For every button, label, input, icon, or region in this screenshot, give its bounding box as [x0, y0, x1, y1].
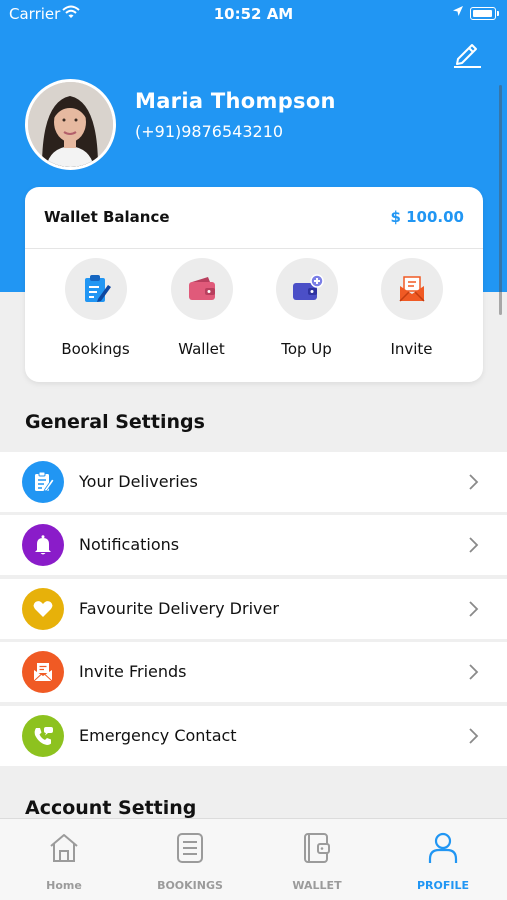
clock: 10:52 AM [213, 5, 294, 23]
scrollbar[interactable] [499, 85, 502, 315]
profile-phone: (+91)9876543210 [135, 122, 284, 141]
settings-item-your-deliveries[interactable]: Your Deliveries [0, 452, 507, 512]
settings-item-label: Your Deliveries [79, 472, 198, 491]
wallet-icon [304, 833, 330, 863]
settings-item-label: Favourite Delivery Driver [79, 599, 279, 618]
tab-label: WALLET [292, 879, 342, 892]
wallet-balance-label: Wallet Balance [44, 208, 170, 226]
settings-item-emergency-contact[interactable]: Emergency Contact [0, 706, 507, 766]
tab-wallet[interactable]: WALLET [254, 819, 380, 900]
heart-icon [33, 601, 53, 617]
quick-action-label: Wallet [178, 340, 225, 358]
chevron-right-icon [469, 537, 479, 553]
quick-action-invite[interactable]: Invite [359, 258, 464, 368]
chevron-right-icon [469, 474, 479, 490]
quick-action-wallet[interactable]: Wallet [149, 258, 254, 368]
avatar-photo [28, 82, 113, 167]
tab-bar: Home BOOKINGS WALLET PROFILE [0, 818, 507, 900]
tab-bookings[interactable]: BOOKINGS [127, 819, 253, 900]
settings-item-notifications[interactable]: Notifications [0, 515, 507, 575]
account-setting-title: Account Setting [25, 797, 197, 819]
home-icon [50, 834, 78, 862]
envelope-icon [399, 276, 425, 302]
wallet-add-icon [293, 274, 324, 300]
settings-item-favourite-driver[interactable]: Favourite Delivery Driver [0, 579, 507, 639]
clipboard-icon [35, 471, 54, 492]
divider [25, 248, 483, 249]
profile-name: Maria Thompson [135, 89, 336, 113]
status-bar: Carrier 10:52 AM [0, 0, 507, 28]
wallet-icon [189, 277, 215, 300]
bell-icon [35, 535, 51, 555]
wallet-balance-amount: $ 100.00 [390, 208, 464, 226]
settings-item-label: Emergency Contact [79, 726, 237, 745]
quick-action-label: Top Up [281, 340, 332, 358]
bookings-icon [177, 833, 203, 863]
clipboard-icon [85, 275, 111, 302]
quick-action-bookings[interactable]: Bookings [43, 258, 148, 368]
wallet-card: Wallet Balance $ 100.00 Bookings Wallet [25, 187, 483, 382]
envelope-icon [33, 663, 53, 682]
profile-icon [428, 832, 458, 863]
phone-icon [34, 727, 53, 745]
tab-label: Home [46, 879, 82, 892]
tab-label: BOOKINGS [157, 879, 223, 892]
tab-profile[interactable]: PROFILE [380, 819, 506, 900]
settings-item-invite-friends[interactable]: Invite Friends [0, 642, 507, 702]
tab-home[interactable]: Home [1, 819, 127, 900]
general-settings-title: General Settings [25, 411, 205, 433]
location-arrow-icon [453, 6, 463, 16]
battery-icon [470, 7, 499, 20]
chevron-right-icon [469, 601, 479, 617]
tab-label: PROFILE [416, 879, 469, 892]
quick-action-label: Invite [390, 340, 433, 358]
avatar[interactable] [25, 79, 116, 170]
edit-profile-icon[interactable] [450, 36, 484, 70]
quick-action-top-up[interactable]: Top Up [254, 258, 359, 368]
settings-item-label: Notifications [79, 535, 180, 554]
chevron-right-icon [469, 728, 479, 744]
chevron-right-icon [469, 664, 479, 680]
settings-item-label: Invite Friends [79, 662, 187, 681]
quick-action-label: Bookings [61, 340, 130, 358]
